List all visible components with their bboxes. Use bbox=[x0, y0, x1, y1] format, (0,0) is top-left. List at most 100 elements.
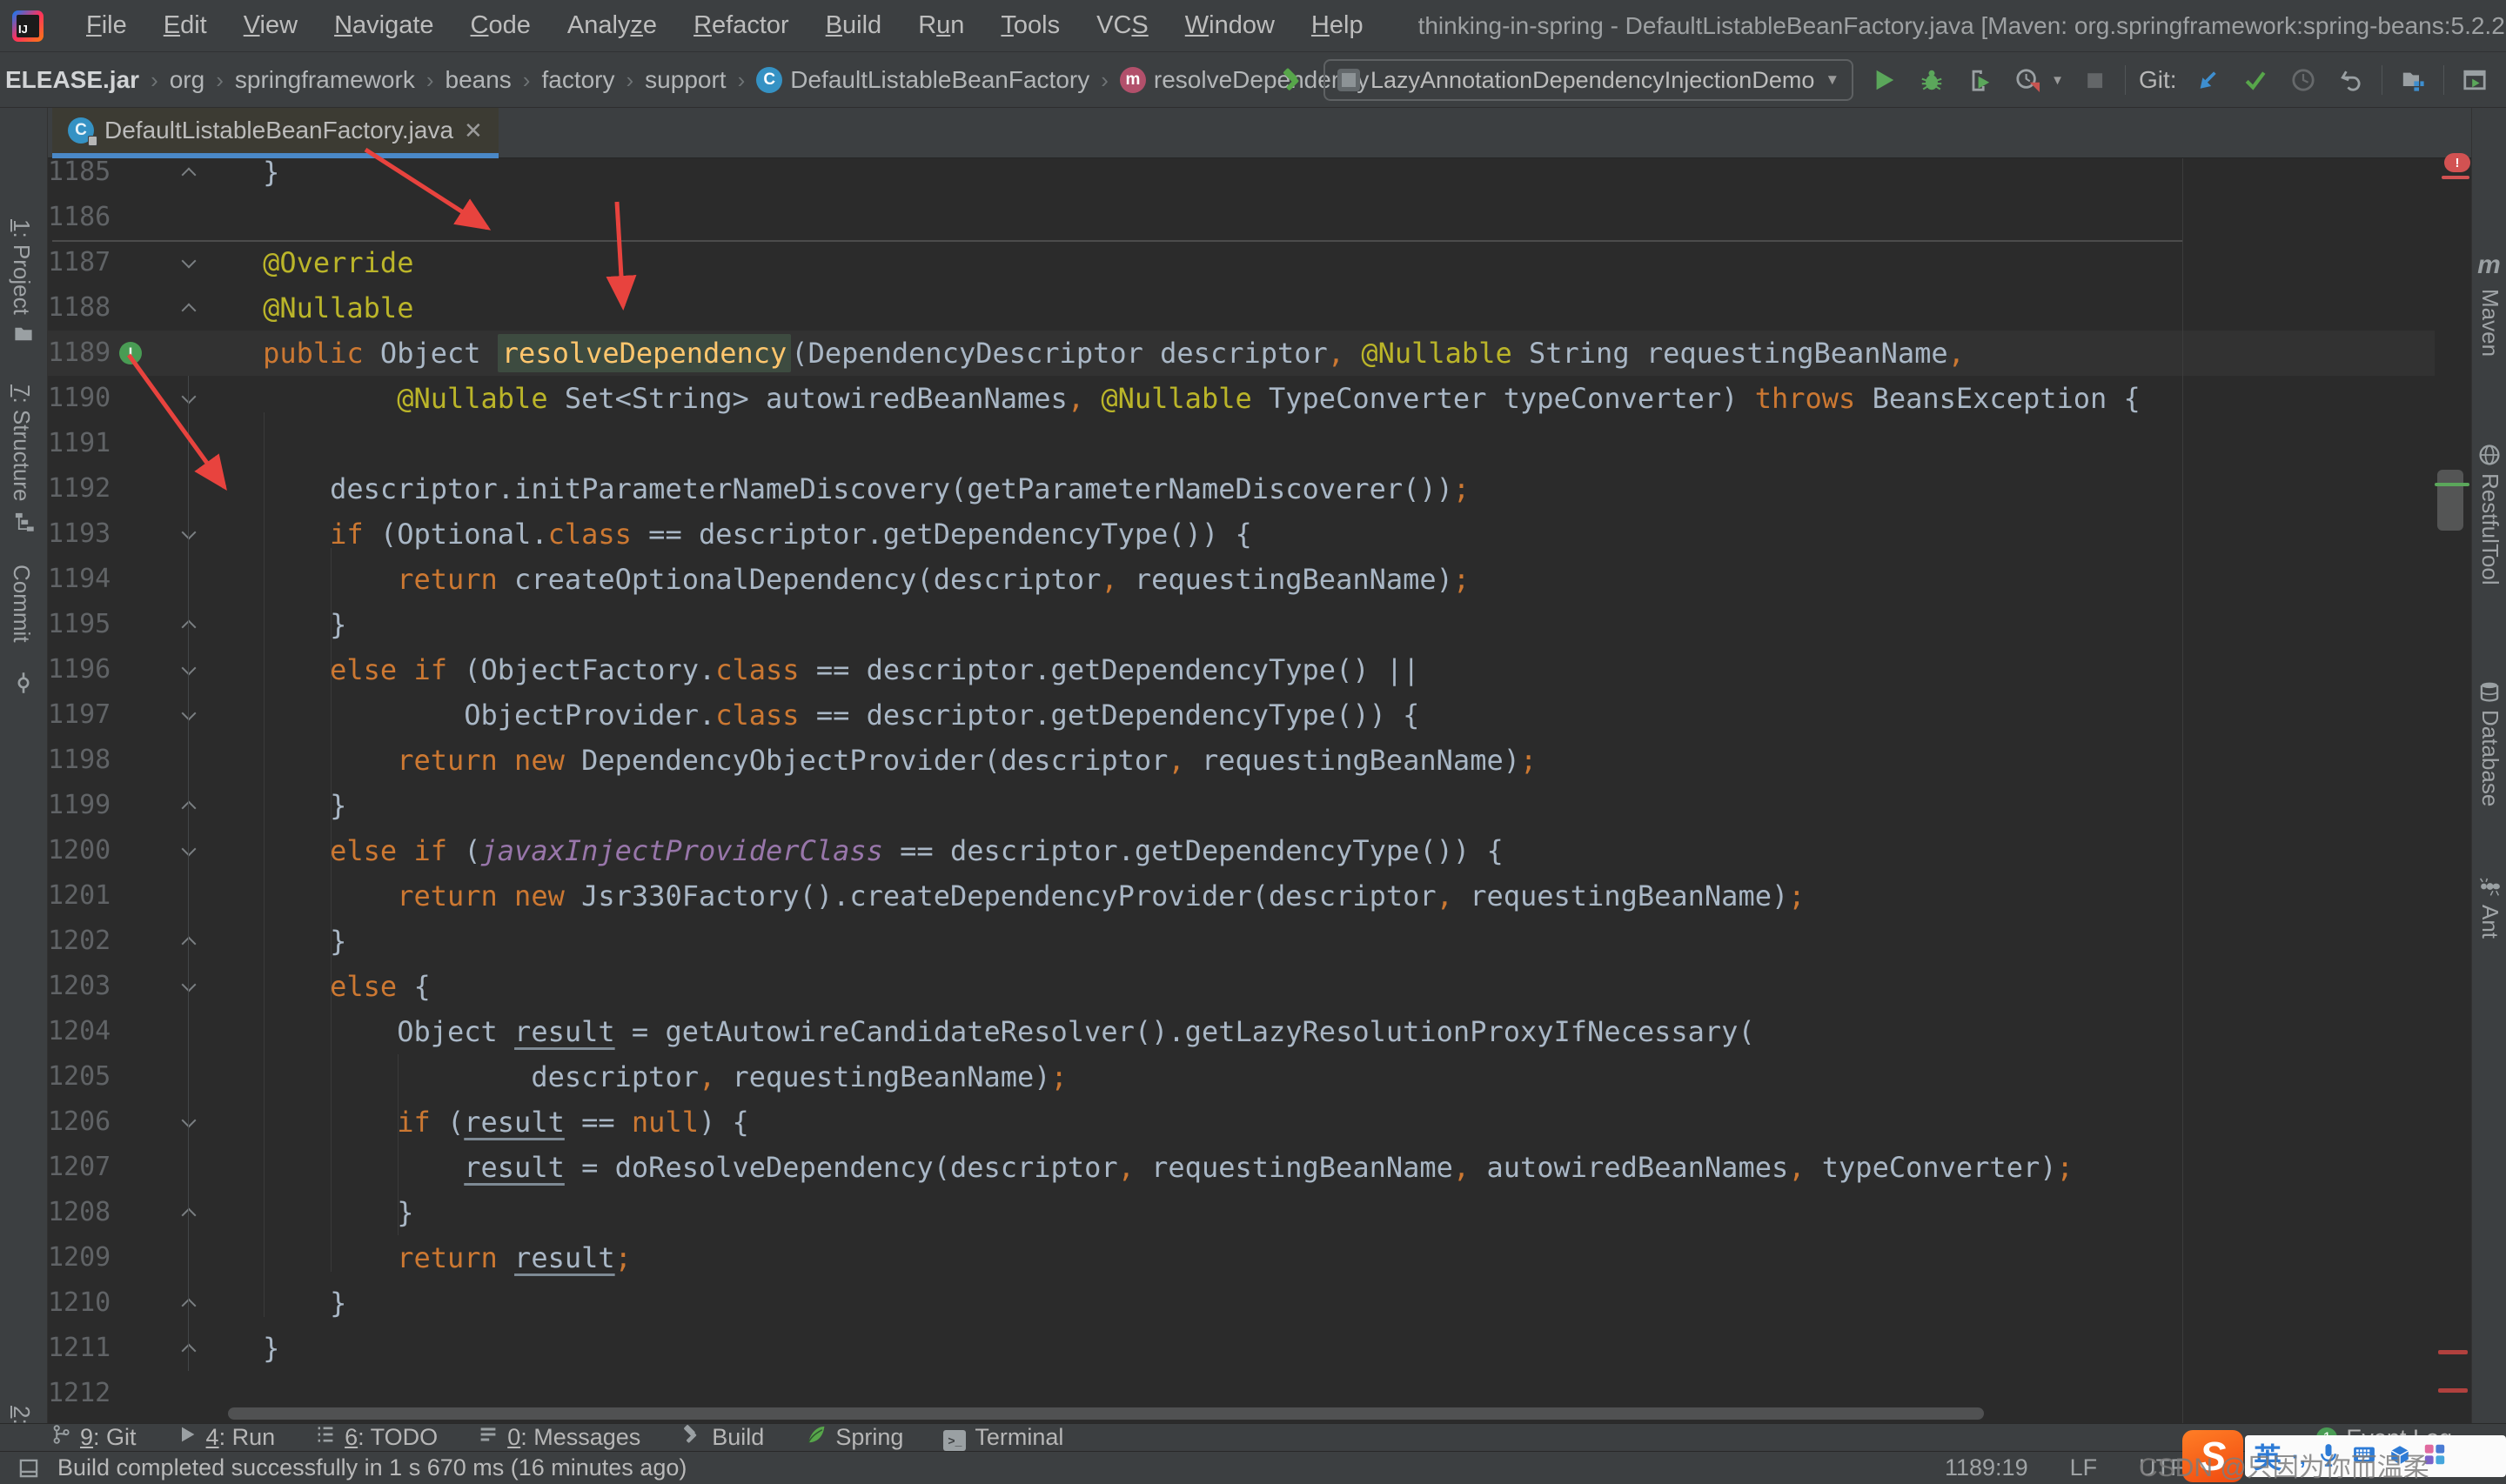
fold-marker-icon[interactable] bbox=[180, 525, 198, 543]
code-line[interactable]: 1208 } bbox=[48, 1190, 2435, 1235]
code-line[interactable]: 1205 descriptor, requestingBeanName); bbox=[48, 1054, 2435, 1100]
line-number[interactable]: 1203 bbox=[48, 964, 111, 1009]
fold-marker-icon[interactable] bbox=[180, 616, 198, 633]
tool-button-commit[interactable]: Commit bbox=[8, 565, 35, 643]
tool-button-ant[interactable]: Ant bbox=[2476, 905, 2503, 939]
breadcrumb-item[interactable]: factory bbox=[541, 66, 614, 94]
breadcrumb-item[interactable]: ELEASE.jar bbox=[5, 66, 139, 94]
breadcrumb-item[interactable]: org bbox=[170, 66, 204, 94]
line-number[interactable]: 1202 bbox=[48, 919, 111, 964]
line-number[interactable]: 1198 bbox=[48, 738, 111, 783]
fold-marker-icon[interactable] bbox=[180, 1113, 198, 1131]
code-line[interactable]: 1204 Object result = getAutowireCandidat… bbox=[48, 1009, 2435, 1054]
fold-marker-icon[interactable] bbox=[180, 661, 198, 678]
error-mark[interactable] bbox=[2438, 1350, 2468, 1354]
line-number[interactable]: 1200 bbox=[48, 828, 111, 873]
fold-marker-icon[interactable] bbox=[180, 797, 198, 814]
vcs-change-mark[interactable] bbox=[2435, 483, 2469, 486]
history-icon[interactable] bbox=[2286, 61, 2321, 99]
toolwindow-git[interactable]: 9: Git bbox=[50, 1424, 137, 1452]
code-line[interactable]: 1197 ObjectProvider.class == descriptor.… bbox=[48, 692, 2435, 738]
menu-view[interactable]: View bbox=[225, 0, 316, 51]
line-number[interactable]: 1189 bbox=[48, 331, 111, 376]
stop-icon[interactable] bbox=[2077, 61, 2112, 99]
menu-vcs[interactable]: VCS bbox=[1078, 0, 1167, 51]
menu-file[interactable]: File bbox=[68, 0, 145, 51]
tool-button-restfultool[interactable]: RestfulTool bbox=[2476, 473, 2503, 585]
menu-window[interactable]: Window bbox=[1167, 0, 1293, 51]
code-line[interactable]: 1189 I public Object resolveDependency (De… bbox=[48, 331, 2435, 376]
tool-button-structure[interactable]: 7: Structure bbox=[8, 384, 35, 501]
code-line[interactable]: 1209 return result; bbox=[48, 1235, 2435, 1280]
code-line[interactable]: 1210 } bbox=[48, 1280, 2435, 1326]
menu-build[interactable]: Build bbox=[807, 0, 901, 51]
line-number[interactable]: 1212 bbox=[48, 1371, 111, 1416]
tab-close-icon[interactable]: ✕ bbox=[464, 117, 483, 144]
menu-code[interactable]: Code bbox=[452, 0, 549, 51]
code-line[interactable]: 1196 else if (ObjectFactory.class == des… bbox=[48, 647, 2435, 692]
code-line[interactable]: 1203 else { bbox=[48, 964, 2435, 1009]
line-number[interactable]: 1207 bbox=[48, 1145, 111, 1190]
line-number[interactable]: 1201 bbox=[48, 873, 111, 919]
line-number[interactable]: 1208 bbox=[48, 1190, 111, 1235]
fold-marker-icon[interactable] bbox=[180, 390, 198, 407]
menu-analyze[interactable]: Analyze bbox=[549, 0, 675, 51]
code-line[interactable]: 1200 else if (javaxInjectProviderClass =… bbox=[48, 828, 2435, 873]
coverage-icon[interactable] bbox=[1962, 61, 1997, 99]
code-line[interactable]: 1194 return createOptionalDependency(des… bbox=[48, 557, 2435, 602]
implementing-method-icon[interactable]: I bbox=[119, 342, 142, 364]
breadcrumb-item[interactable]: springframework bbox=[235, 66, 415, 94]
fold-marker-icon[interactable] bbox=[180, 1294, 198, 1312]
fold-marker-icon[interactable] bbox=[180, 933, 198, 950]
fold-marker-icon[interactable] bbox=[180, 164, 198, 181]
code-line[interactable]: 1211 } bbox=[48, 1326, 2435, 1371]
code-line[interactable]: 1199 } bbox=[48, 783, 2435, 828]
line-number[interactable]: 1211 bbox=[48, 1326, 111, 1371]
line-number[interactable]: 1204 bbox=[48, 1009, 111, 1054]
fold-marker-icon[interactable] bbox=[180, 1340, 198, 1357]
error-stripe[interactable]: ! bbox=[2435, 153, 2471, 1423]
error-mark[interactable] bbox=[2442, 176, 2469, 179]
fold-marker-icon[interactable] bbox=[180, 842, 198, 859]
line-number[interactable]: 1209 bbox=[48, 1235, 111, 1280]
toolwindow-run[interactable]: 4: Run bbox=[177, 1424, 275, 1452]
error-mark[interactable] bbox=[2438, 1388, 2468, 1393]
line-number[interactable]: 1210 bbox=[48, 1280, 111, 1326]
fold-marker-icon[interactable] bbox=[180, 978, 198, 995]
code-line[interactable]: 1202 } bbox=[48, 919, 2435, 964]
toolwindow-spring[interactable]: Spring bbox=[804, 1424, 903, 1452]
run-icon[interactable] bbox=[1866, 61, 1901, 99]
code-line[interactable]: 1206 if (result == null) { bbox=[48, 1100, 2435, 1145]
fold-marker-icon[interactable] bbox=[180, 706, 198, 724]
debug-icon[interactable] bbox=[1914, 61, 1949, 99]
line-number[interactable]: 1190 bbox=[48, 376, 111, 421]
horizontal-scrollbar[interactable] bbox=[228, 1407, 1984, 1420]
code-line[interactable]: 1190 @Nullable Set<String> autowiredBean… bbox=[48, 376, 2435, 421]
toolwindow-toggle-icon[interactable] bbox=[17, 1457, 40, 1480]
fold-marker-icon[interactable] bbox=[180, 1204, 198, 1221]
run-anything-icon[interactable] bbox=[2457, 61, 2492, 99]
code-line[interactable]: 1207 result = doResolveDependency(descri… bbox=[48, 1145, 2435, 1190]
code-line[interactable]: 1188 @Nullable bbox=[48, 285, 2435, 331]
code-editor[interactable]: 1185 } 1186 1187 @Override 1188 @Nullable 11… bbox=[48, 158, 2435, 1423]
rollback-icon[interactable] bbox=[2334, 61, 2369, 99]
code-line[interactable]: 1193 if (Optional.class == descriptor.ge… bbox=[48, 511, 2435, 557]
line-number[interactable]: 1191 bbox=[48, 421, 111, 466]
line-number[interactable]: 1206 bbox=[48, 1100, 111, 1145]
line-number[interactable]: 1188 bbox=[48, 285, 111, 331]
tool-button-project[interactable]: 1: Project bbox=[8, 219, 35, 315]
breadcrumb-item[interactable]: support bbox=[645, 66, 726, 94]
line-number[interactable]: 1185 bbox=[48, 158, 111, 195]
update-project-icon[interactable] bbox=[2190, 61, 2225, 99]
profiler-icon[interactable] bbox=[2010, 61, 2045, 99]
run-config-combo[interactable]: LazyAnnotationDependencyInjectionDemo ▼ bbox=[1323, 59, 1854, 101]
line-number[interactable]: 1193 bbox=[48, 511, 111, 557]
line-separator[interactable]: LF bbox=[2070, 1454, 2098, 1481]
vertical-scrollbar-thumb[interactable] bbox=[2437, 470, 2463, 531]
toolwindow-messages[interactable]: 0: Messages bbox=[478, 1424, 640, 1452]
line-number[interactable]: 1195 bbox=[48, 602, 111, 647]
caret-position[interactable]: 1189:19 bbox=[1945, 1454, 2028, 1481]
code-line[interactable]: 1198 return new DependencyObjectProvider… bbox=[48, 738, 2435, 783]
code-line[interactable]: 1191 bbox=[48, 421, 2435, 466]
code-line[interactable]: 1187 @Override bbox=[48, 240, 2435, 285]
